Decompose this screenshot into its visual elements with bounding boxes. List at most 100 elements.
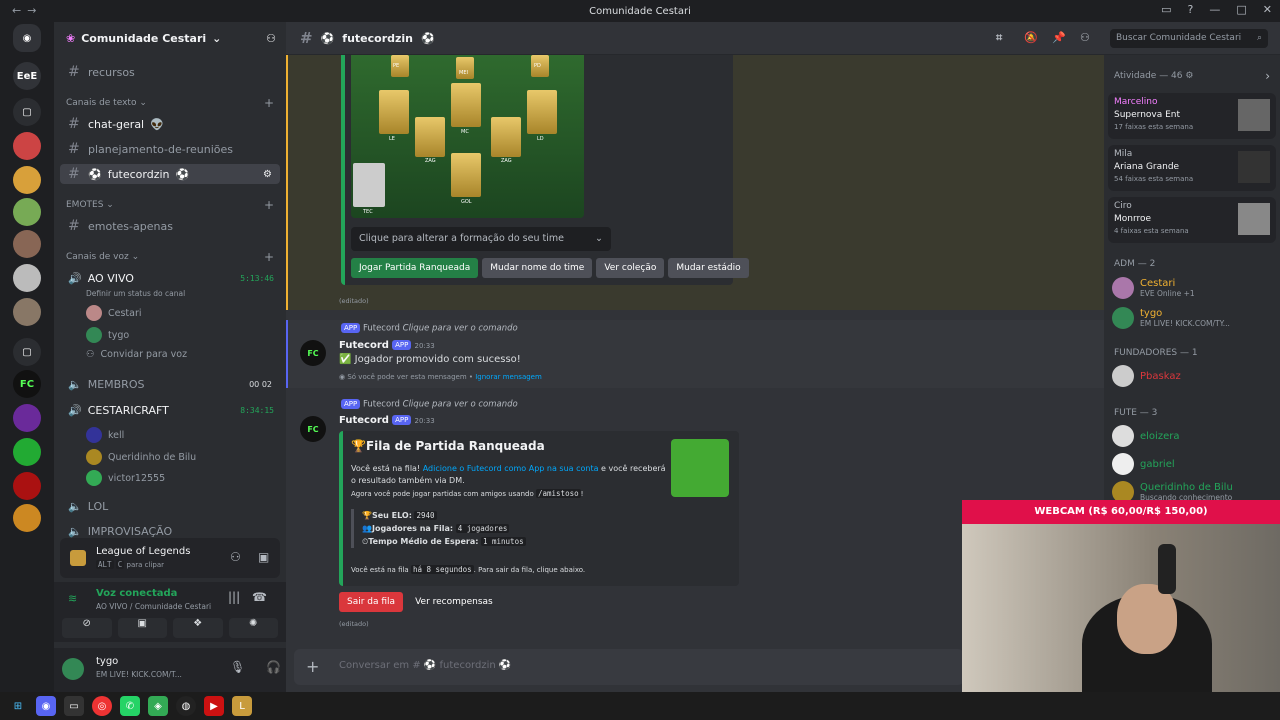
search-input[interactable]: Buscar Comunidade Cestari ⌕ (1110, 29, 1268, 48)
microphone-icon[interactable]: 🎙 (230, 660, 245, 674)
channel-futecordzin[interactable]: # ⚽ futecordzin ⚽ ⚙ (60, 164, 280, 184)
channel-chat-geral[interactable]: # chat-geral 👽 (60, 114, 280, 134)
channel-emotes-apenas[interactable]: # emotes-apenas (60, 216, 280, 236)
channel-planejamento[interactable]: # planejamento-de-reuniões (60, 139, 280, 159)
rename-team-button[interactable]: Mudar nome do time (482, 258, 593, 278)
formation-select[interactable]: Clique para alterar a formação do seu ti… (351, 227, 611, 251)
maximize-icon[interactable]: □ (1236, 3, 1246, 16)
author-name[interactable]: Futecord (339, 340, 389, 351)
command-reply[interactable]: APP Futecord Clique para ver o comando (341, 323, 518, 334)
league-app-icon[interactable]: L (232, 696, 252, 716)
android-app-icon[interactable]: ◈ (148, 696, 168, 716)
noise-suppression-icon[interactable]: ||| (228, 590, 240, 604)
camera-off-icon[interactable]: ⊘ (62, 618, 112, 638)
message-input[interactable]: + Conversar em # ⚽ futecordzin ⚽ (294, 649, 964, 685)
voice-status[interactable]: Definir um status do canal (86, 289, 185, 298)
server-icon[interactable] (13, 132, 41, 160)
guild-header[interactable]: ❀ Comunidade Cestari ⌄ ⚇ (54, 22, 286, 55)
discord-app-icon[interactable]: ◉ (36, 696, 56, 716)
ignore-message-link[interactable]: Ignorar mensagem (475, 373, 542, 381)
server-futecord[interactable]: FC (13, 370, 41, 398)
activities-icon[interactable]: ❖ (173, 618, 223, 638)
folder-icon[interactable]: ▢ (13, 98, 41, 126)
inbox-icon[interactable]: ▭ (1161, 3, 1171, 16)
category-emotes[interactable]: EMOTES ⌄ (66, 200, 114, 210)
activity-card[interactable]: Marcelino Supernova Ent 17 faixas esta s… (1108, 93, 1276, 139)
server-icon[interactable] (13, 230, 41, 258)
server-icon[interactable] (13, 472, 41, 500)
add-channel-icon[interactable]: + (264, 250, 274, 264)
webcam-feed (962, 524, 1280, 692)
server-eee[interactable]: EeE (13, 62, 41, 90)
voice-lol[interactable]: 🔈 LOL (60, 496, 280, 516)
screen-share-icon[interactable]: ▣ (117, 618, 167, 638)
avatar[interactable]: FC (300, 340, 326, 366)
view-collection-button[interactable]: Ver coleção (596, 258, 665, 278)
signal-icon[interactable]: ≋ (68, 592, 77, 605)
add-app-link[interactable]: Adicione o Futecord como App na sua cont… (423, 464, 599, 473)
add-channel-icon[interactable]: + (264, 96, 274, 110)
chrome-app-icon[interactable]: ◎ (92, 696, 112, 716)
server-icon[interactable] (13, 504, 41, 532)
server-icon[interactable] (13, 404, 41, 432)
view-rewards-button[interactable]: Ver recompensas (407, 592, 501, 612)
hash-icon: # (68, 64, 80, 80)
voice-user[interactable]: kell (86, 427, 124, 443)
category-text[interactable]: Canais de texto ⌄ (66, 98, 147, 108)
server-icon[interactable] (13, 264, 41, 292)
voice-membros[interactable]: 🔈 MEMBROS 00 02 (60, 374, 280, 394)
author-name[interactable]: Futecord (339, 415, 389, 426)
activity-card[interactable]: Ciro Monrroe 4 faixas esta semana (1108, 197, 1276, 243)
command-reply[interactable]: APP Futecord Clique para ver o comando (341, 399, 518, 410)
avatar[interactable]: FC (300, 416, 326, 442)
play-ranked-button[interactable]: Jogar Partida Ranqueada (351, 258, 479, 278)
server-icon[interactable] (13, 198, 41, 226)
channel-recursos[interactable]: # recursos (60, 62, 280, 82)
help-icon[interactable]: ? (1188, 3, 1194, 16)
server-icon[interactable] (13, 166, 41, 194)
threads-icon[interactable]: ⌗ (996, 31, 1002, 45)
member-item[interactable]: Cestari EVE Online +1 (1112, 277, 1195, 299)
settings-icon[interactable]: ⚙ (263, 169, 272, 180)
folder-icon[interactable]: ▢ (13, 338, 41, 366)
member-item[interactable]: gabriel (1112, 453, 1175, 475)
member-item[interactable]: tygo EM LIVE! KICK.COM/TY... (1112, 307, 1230, 329)
add-user-icon[interactable]: ⚇ (230, 550, 241, 564)
member-item[interactable]: eloizera (1112, 425, 1179, 447)
avatar[interactable] (62, 658, 84, 680)
voice-user[interactable]: victor12555 (86, 470, 165, 486)
pin-icon[interactable]: 📌 (1052, 31, 1066, 44)
change-stadium-button[interactable]: Mudar estádio (668, 258, 749, 278)
voice-user[interactable]: Cestari (86, 305, 142, 321)
screen-share-icon[interactable]: ▣ (258, 550, 269, 564)
headphones-icon[interactable]: 🎧 (266, 660, 281, 674)
disconnect-icon[interactable]: ☎ (252, 590, 267, 604)
chevron-right-icon[interactable]: › (1265, 69, 1270, 83)
category-voice[interactable]: Canais de voz ⌄ (66, 252, 139, 262)
server-icon[interactable] (13, 438, 41, 466)
add-attachment-icon[interactable]: + (306, 657, 319, 676)
invite-to-voice[interactable]: ⚇ Convidar para voz (86, 349, 187, 360)
voice-user[interactable]: Queridinho de Bilu (86, 449, 196, 465)
soundboard-icon[interactable]: ✺ (228, 618, 278, 638)
terminal-app-icon[interactable]: ▭ (64, 696, 84, 716)
add-member-icon[interactable]: ⚇ (266, 32, 276, 45)
obs-app-icon[interactable]: ◍ (176, 696, 196, 716)
activity-card[interactable]: Mila Ariana Grande 54 faixas esta semana (1108, 145, 1276, 191)
nav-arrows-icon[interactable]: ←→ (12, 4, 42, 17)
voice-location[interactable]: AO VIVO / Comunidade Cestari (96, 602, 211, 611)
server-icon[interactable] (13, 298, 41, 326)
whatsapp-app-icon[interactable]: ✆ (120, 696, 140, 716)
voice-user[interactable]: tygo (86, 327, 129, 343)
leave-queue-button[interactable]: Sair da fila (339, 592, 404, 612)
mute-icon[interactable]: 🔕 (1024, 31, 1038, 44)
media-app-icon[interactable]: ▶ (204, 696, 224, 716)
close-icon[interactable]: ✕ (1263, 3, 1272, 16)
windows-start-icon[interactable]: ⊞ (8, 696, 28, 716)
add-channel-icon[interactable]: + (264, 198, 274, 212)
discord-home-icon[interactable]: ◉ (13, 24, 41, 52)
members-icon[interactable]: ⚇ (1080, 31, 1090, 44)
minimize-icon[interactable]: — (1209, 3, 1220, 16)
soccer-ball-icon: ⚽ (421, 31, 435, 45)
member-item[interactable]: Pbaskaz (1112, 365, 1181, 387)
